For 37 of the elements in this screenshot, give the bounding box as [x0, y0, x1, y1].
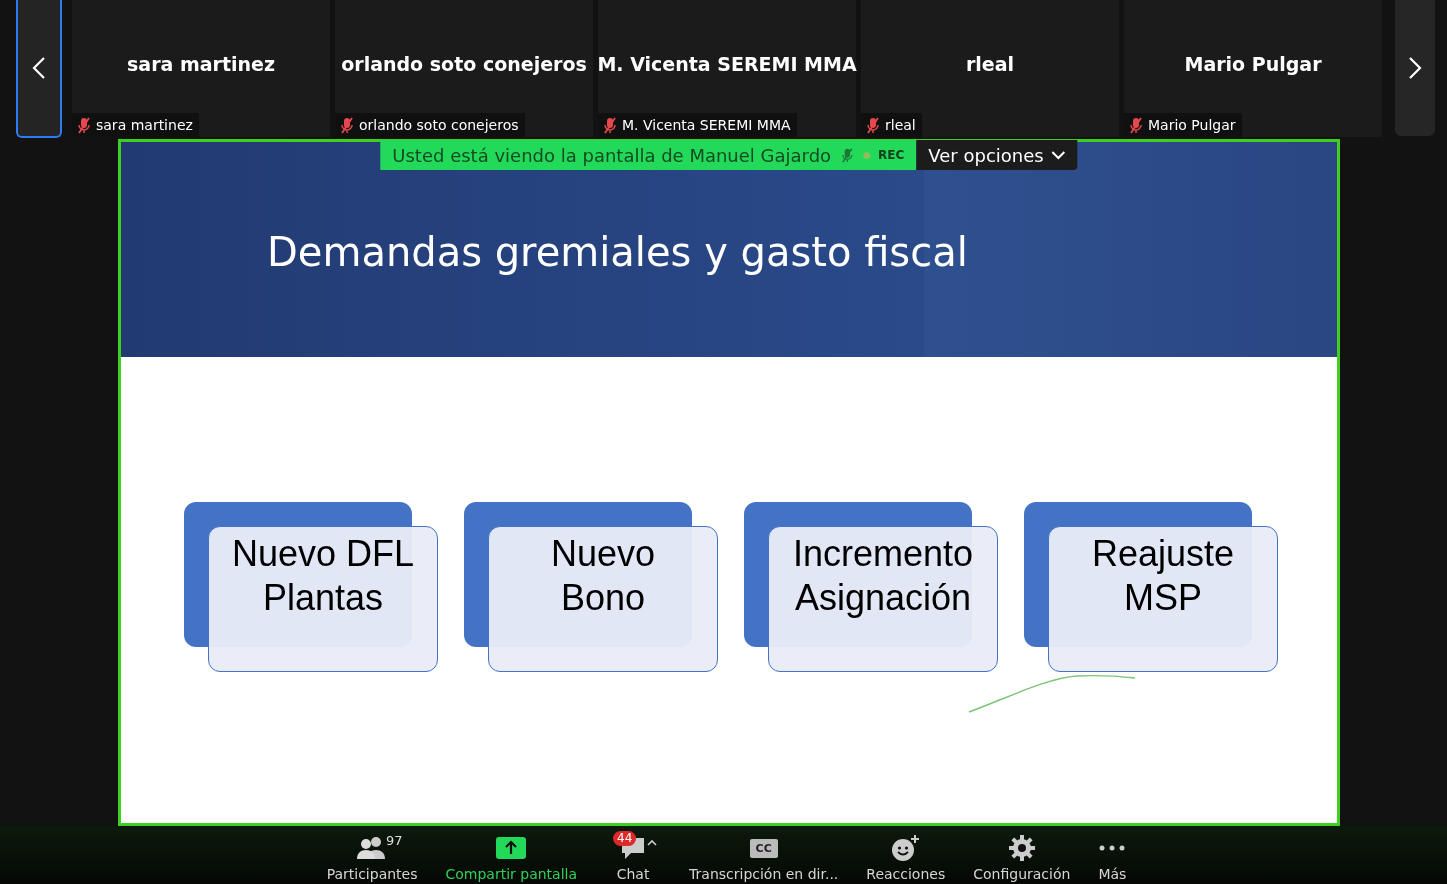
- unread-badge: 44: [613, 831, 637, 846]
- share-button[interactable]: Compartir pantalla: [431, 826, 592, 884]
- share-notice-text: Usted está viendo la pantalla de Manuel Gajardo: [392, 144, 832, 166]
- card-text: Incremento Asignación: [768, 526, 998, 672]
- smiley-plus-icon: [890, 834, 921, 862]
- slide-title: Demandas gremiales y gasto fiscal: [267, 228, 968, 275]
- card-text: Nuevo Bono: [488, 526, 718, 672]
- participant-name: M. Vicenta SEREMI MMA: [597, 52, 857, 75]
- chevron-right-icon: [1408, 56, 1422, 80]
- reactions-button[interactable]: Reacciones: [852, 826, 960, 884]
- caret-up-icon: [647, 839, 658, 846]
- participant-label-text: M. Vicenta SEREMI MMA: [622, 117, 791, 133]
- chevron-left-icon: [32, 56, 46, 80]
- more-dots-icon: [1098, 844, 1127, 852]
- participant-label-text: orlando soto conejeros: [359, 117, 519, 133]
- captions-button[interactable]: CC Transcripción en dir...: [675, 826, 853, 884]
- share-screen-icon: [496, 837, 527, 859]
- participant-name: rleal: [965, 52, 1015, 75]
- settings-button[interactable]: Configuración: [959, 826, 1085, 884]
- recording-label: REC: [878, 148, 905, 162]
- captions-icon: CC: [749, 838, 778, 858]
- participant-name: orlando soto conejeros: [341, 52, 587, 75]
- gear-icon: [1008, 835, 1035, 861]
- more-button[interactable]: Más: [1084, 826, 1141, 884]
- chat-button[interactable]: 44 Chat: [591, 826, 676, 884]
- card-text: Reajuste MSP: [1048, 526, 1278, 672]
- participant-label-text: rleal: [885, 117, 916, 133]
- participant-count: 97: [386, 833, 403, 848]
- chevron-down-icon: [1051, 150, 1066, 160]
- previous-page-button[interactable]: [16, 0, 62, 138]
- participant-label-text: Mario Pulgar: [1148, 117, 1236, 133]
- view-options-button[interactable]: Ver opciones: [916, 140, 1078, 170]
- participants-button[interactable]: 97 Participantes: [312, 826, 432, 884]
- participant-label-text: sara martinez: [96, 117, 193, 133]
- card-text: Nuevo DFL Plantas: [208, 526, 438, 672]
- participant-name: Mario Pulgar: [1184, 52, 1322, 75]
- participant-name: sara martinez: [127, 52, 275, 75]
